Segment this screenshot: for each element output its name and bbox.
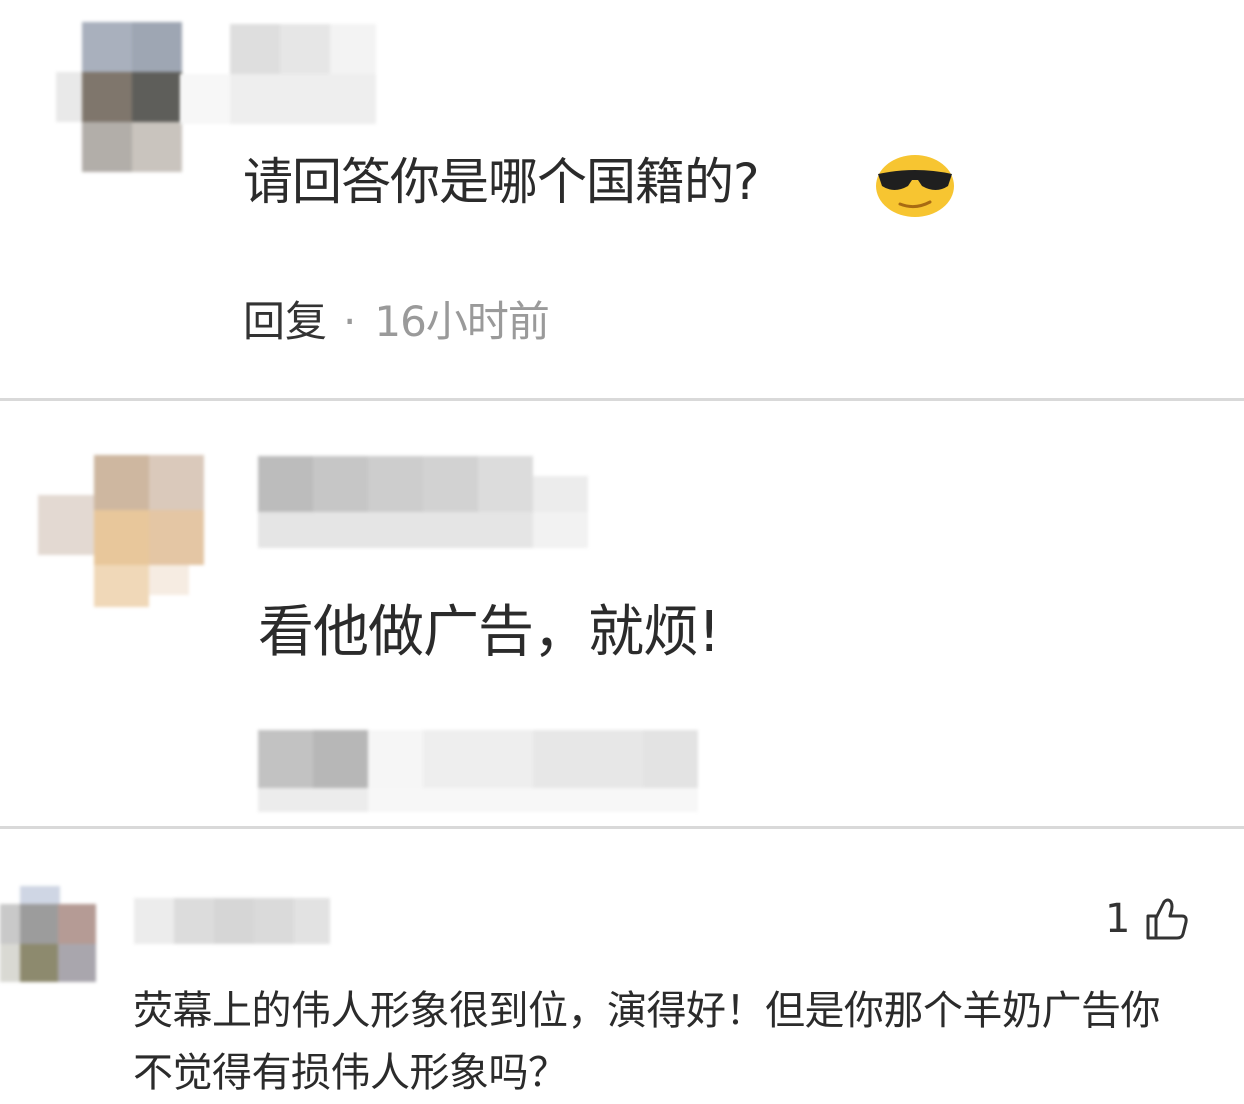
username-redacted[interactable] — [180, 24, 376, 124]
avatar[interactable] — [0, 886, 96, 982]
comment-meta-redacted — [258, 730, 698, 812]
like-count: 1 — [1105, 896, 1131, 942]
reply-button[interactable]: 回复 — [243, 297, 327, 346]
sunglasses-emoji-icon — [876, 155, 954, 217]
like-button[interactable]: 1 — [1105, 894, 1190, 944]
comment-meta: 回复 · 16小时前 — [243, 296, 550, 348]
thumbs-up-icon — [1146, 898, 1189, 940]
comment-text: 看他做广告，就烦! — [258, 600, 720, 665]
separator-dot: · — [343, 297, 357, 346]
divider — [0, 398, 1244, 401]
divider — [0, 826, 1244, 829]
avatar[interactable] — [56, 22, 182, 172]
username-redacted[interactable] — [258, 456, 588, 548]
comment-text: 荧幕上的伟人形象很到位，演得好！但是你那个羊奶广告你不觉得有损伟人形象吗？ — [133, 988, 1161, 1096]
comment-text: 请回答你是哪个国籍的? — [243, 153, 760, 211]
username-redacted[interactable] — [134, 898, 330, 944]
comment-time: 16小时前 — [374, 297, 549, 346]
avatar[interactable] — [38, 455, 204, 607]
